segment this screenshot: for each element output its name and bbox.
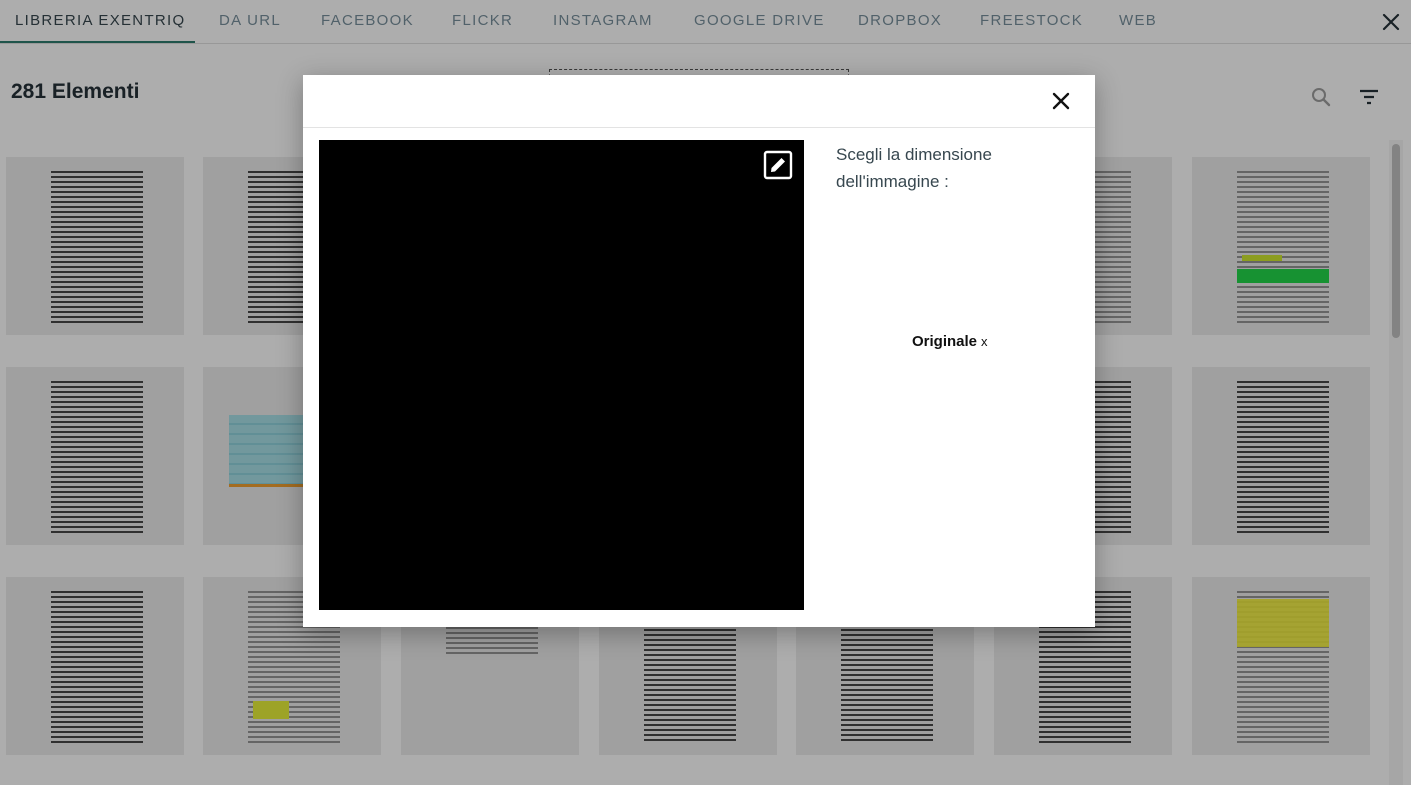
size-option-label: Originale (912, 333, 978, 350)
size-option-separator: x (981, 334, 988, 349)
image-size-dialog: Scegli la dimensione dell'immagine : Ori… (303, 75, 1095, 627)
size-option-originale[interactable]: Originale x (912, 333, 988, 350)
size-choice-heading: Scegli la dimensione dell'immagine : (836, 145, 992, 191)
close-icon[interactable] (1051, 91, 1071, 111)
dialog-header (303, 75, 1095, 128)
edit-icon[interactable] (763, 150, 793, 180)
image-preview (319, 140, 804, 610)
